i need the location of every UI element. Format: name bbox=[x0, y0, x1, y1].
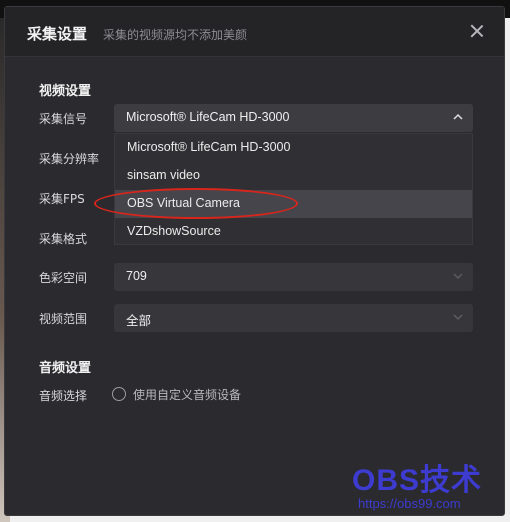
video-range-select[interactable]: 全部 bbox=[114, 304, 473, 332]
dialog-subtitle: 采集的视频源均不添加美颜 bbox=[103, 28, 248, 42]
capture-signal-label: 采集信号 bbox=[39, 112, 88, 126]
audio-settings-title: 音频设置 bbox=[39, 361, 92, 376]
capture-settings-dialog: 采集设置 采集的视频源均不添加美颜 视频设置 采集信号 Microsoft® L… bbox=[4, 6, 505, 516]
chevron-up-icon bbox=[453, 112, 463, 122]
dropdown-option[interactable]: Microsoft® LifeCam HD-3000 bbox=[115, 134, 472, 162]
custom-audio-radio[interactable] bbox=[112, 387, 126, 401]
capture-signal-dropdown: Microsoft® LifeCam HD-3000 sinsam video … bbox=[114, 133, 473, 245]
dialog-titlebar: 采集设置 采集的视频源均不添加美颜 bbox=[5, 7, 504, 57]
dropdown-option-hovered[interactable]: OBS Virtual Camera bbox=[115, 190, 472, 218]
audio-select-label: 音频选择 bbox=[39, 389, 88, 403]
chevron-down-icon bbox=[453, 312, 463, 322]
video-settings-title: 视频设置 bbox=[39, 84, 92, 99]
color-space-label: 色彩空间 bbox=[39, 271, 88, 285]
video-range-label: 视频范围 bbox=[39, 312, 88, 326]
video-range-value: 全部 bbox=[126, 314, 152, 328]
capture-resolution-label: 采集分辨率 bbox=[39, 152, 100, 166]
dropdown-option[interactable]: sinsam video bbox=[115, 162, 472, 190]
color-space-value: 709 bbox=[126, 269, 147, 283]
watermark-logo: OBS技术 bbox=[352, 464, 483, 497]
close-icon[interactable] bbox=[468, 22, 486, 40]
capture-signal-select[interactable]: Microsoft® LifeCam HD-3000 bbox=[114, 104, 473, 132]
chevron-down-icon bbox=[453, 271, 463, 281]
watermark-url: https://obs99.com bbox=[358, 496, 461, 511]
custom-audio-radio-label[interactable]: 使用自定义音频设备 bbox=[133, 386, 241, 403]
capture-signal-value: Microsoft® LifeCam HD-3000 bbox=[126, 110, 290, 124]
capture-format-label: 采集格式 bbox=[39, 232, 88, 246]
color-space-select[interactable]: 709 bbox=[114, 263, 473, 291]
dropdown-option[interactable]: VZDshowSource bbox=[115, 218, 472, 246]
capture-fps-label: 采集FPS bbox=[39, 192, 85, 206]
dialog-title: 采集设置 bbox=[27, 25, 88, 43]
